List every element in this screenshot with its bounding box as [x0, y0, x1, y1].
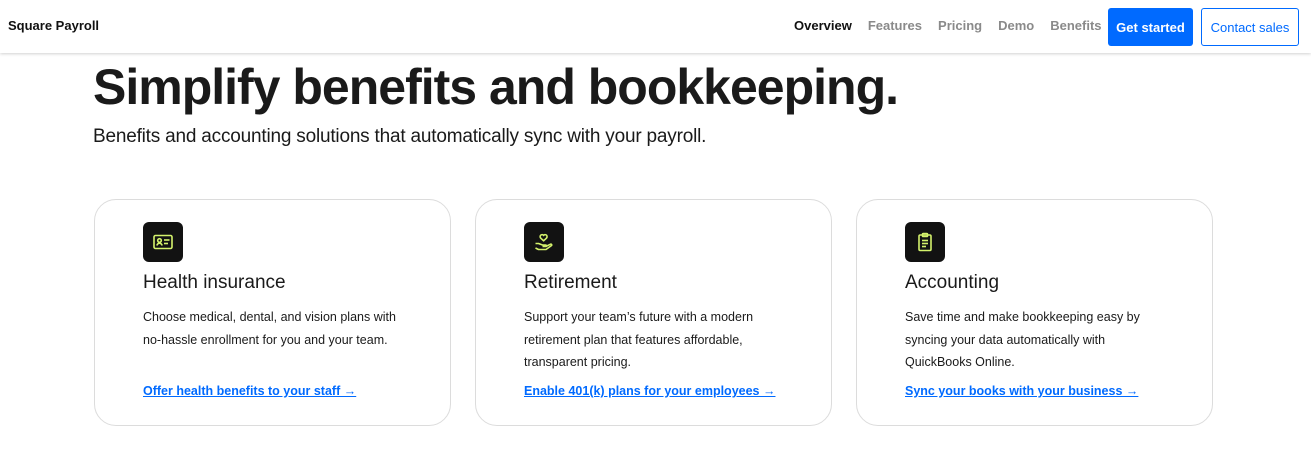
- enable-401k-link[interactable]: Enable 401(k) plans for your employees →: [524, 384, 775, 398]
- card-description: Choose medical, dental, and vision plans…: [143, 310, 396, 347]
- health-insurance-card: Health insurance Choose medical, dental,…: [94, 199, 451, 426]
- card-description: Support your team’s future with a modern…: [524, 310, 754, 369]
- nav-demo[interactable]: Demo: [998, 18, 1034, 33]
- brand-name[interactable]: Square Payroll: [8, 18, 99, 33]
- nav-overview[interactable]: Overview: [794, 18, 852, 33]
- hand-heart-icon: [524, 222, 564, 262]
- clipboard-icon: [905, 222, 945, 262]
- card-title: Retirement: [524, 272, 617, 293]
- main-nav: Overview Features Pricing Demo Benefits: [794, 18, 1118, 33]
- get-started-button[interactable]: Get started: [1108, 8, 1193, 46]
- offer-health-benefits-link[interactable]: Offer health benefits to your staff →: [143, 384, 356, 398]
- id-card-icon: [143, 222, 183, 262]
- retirement-card: Retirement Support your team’s future wi…: [475, 199, 832, 426]
- page-title: Simplify benefits and bookkeeping.: [93, 59, 899, 115]
- card-title: Health insurance: [143, 272, 286, 293]
- card-title: Accounting: [905, 272, 1000, 293]
- nav-benefits[interactable]: Benefits: [1050, 18, 1101, 33]
- nav-pricing[interactable]: Pricing: [938, 18, 982, 33]
- contact-sales-button[interactable]: Contact sales: [1201, 8, 1299, 46]
- sync-books-link[interactable]: Sync your books with your business →: [905, 384, 1138, 398]
- accounting-card: Accounting Save time and make bookkeepin…: [856, 199, 1213, 426]
- top-nav-bar: Square Payroll Overview Features Pricing…: [0, 0, 1311, 53]
- nav-features[interactable]: Features: [868, 18, 922, 33]
- card-description: Save time and make bookkeeping easy by s…: [905, 310, 1140, 369]
- page-subtitle: Benefits and accounting solutions that a…: [93, 126, 707, 147]
